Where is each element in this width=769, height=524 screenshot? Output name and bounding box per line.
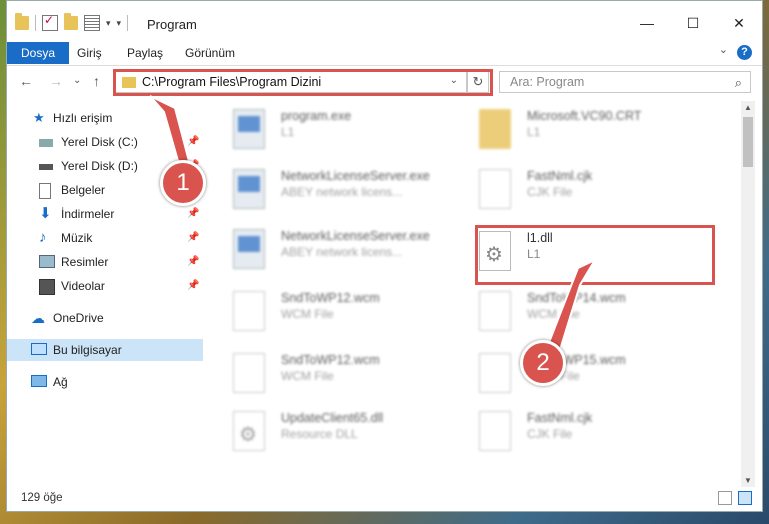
step-1-badge: 1 [160,160,206,206]
step-2-badge: 2 [520,340,566,386]
annotation-arrows [149,95,598,352]
arrow-2 [546,257,598,352]
arrow-1 [149,95,192,170]
